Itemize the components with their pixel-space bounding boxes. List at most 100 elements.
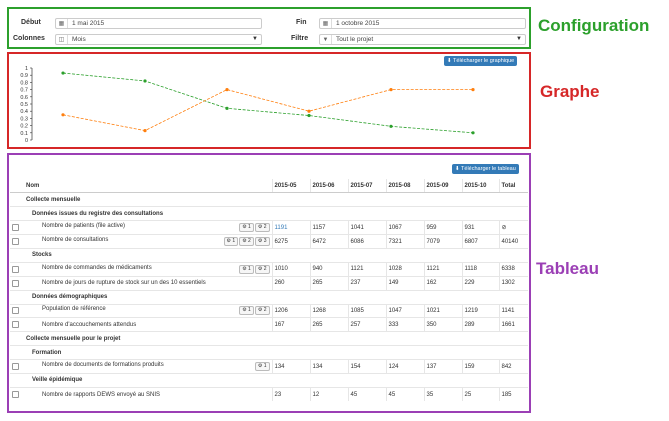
columns-icon: ◫ [56, 35, 68, 44]
value-cell: 1268 [309, 303, 348, 318]
value-cell: 237 [347, 275, 386, 291]
table-group-row: Formation [10, 345, 528, 360]
row-label-cell: Nombre de documents de formations produi… [24, 359, 272, 374]
y-tick-label: 1 [25, 66, 28, 72]
series-point[interactable] [143, 79, 147, 83]
caret-down-icon: ▼ [252, 36, 258, 42]
total-cell: 40140 [498, 234, 528, 249]
row-checkbox[interactable] [12, 224, 19, 232]
row-checkbox[interactable] [12, 265, 19, 273]
caret-down-icon: ▼ [516, 36, 522, 42]
row-badges: ⚙ 1 ⚙ 2 [238, 306, 270, 316]
linked-item-badge[interactable]: ⚙ 1 [254, 362, 270, 372]
total-cell: 6338 [498, 261, 528, 277]
linked-item-badge[interactable]: ⚙ 3 [254, 237, 270, 246]
table-row: Nombre de rapports DEWS envoyé au SNIS 23… [10, 386, 528, 402]
calendar-icon: ▦ [56, 19, 68, 28]
table-row: Nombre de jours de rupture de stock sur … [10, 275, 528, 291]
row-label: Population de référence [42, 306, 106, 313]
configuration-annotation: Configuration [538, 16, 650, 35]
column-header: Total [498, 179, 528, 194]
linked-item-badge[interactable]: ⚙ 1 [239, 306, 254, 316]
total-cell: 842 [498, 359, 528, 374]
value-cell: 134 [309, 359, 348, 374]
row-label: Nombre de rapports DEWS envoyé au SNIS [42, 391, 161, 398]
total-cell: 1661 [498, 317, 528, 332]
colonnes-select[interactable]: ◫ Mois ▼ [55, 34, 262, 45]
y-tick-label: 0.7 [20, 88, 28, 94]
linked-item-badge[interactable]: ⚙ 2 [254, 264, 270, 274]
series-point[interactable] [389, 124, 393, 128]
value-cell: 7079 [423, 234, 462, 249]
series-point[interactable] [61, 71, 65, 75]
y-tick-label: 0.8 [20, 80, 28, 86]
row-label-cell: Nombre de patients (file active) ⚙ 1 ⚙ 2 [24, 220, 272, 235]
calendar-icon: ▦ [320, 19, 332, 28]
checkbox-header [10, 179, 24, 194]
row-checkbox[interactable] [12, 279, 19, 287]
row-label: Nombre d'accouchements attendus [42, 321, 137, 328]
value-cell: 1085 [347, 303, 386, 318]
value-cell: 260 [271, 275, 310, 291]
row-checkbox[interactable] [12, 391, 19, 399]
value-cell: 1067 [385, 220, 424, 235]
linked-item-badge[interactable]: ⚙ 1 [239, 264, 254, 274]
value-cell: 229 [461, 275, 499, 291]
colonnes-value: Mois [72, 36, 86, 43]
linked-item-badge[interactable]: ⚙ 2 [254, 223, 270, 233]
debut-date-input[interactable]: ▦ 1 mai 2015 [55, 18, 262, 29]
series-point[interactable] [389, 88, 393, 92]
series-point[interactable] [471, 131, 475, 135]
value-cell: 45 [385, 386, 424, 402]
linked-item-badge[interactable]: ⚙ 2 [254, 306, 270, 316]
filtre-select[interactable]: ▼ Tout le projet ▼ [319, 34, 526, 45]
series-point[interactable] [61, 113, 65, 117]
row-label-cell: Nombre de jours de rupture de stock sur … [24, 275, 272, 291]
row-checkbox[interactable] [12, 237, 19, 245]
row-checkbox[interactable] [12, 321, 19, 329]
linked-item-badge[interactable]: ⚙ 1 [239, 223, 254, 233]
y-tick-label: 0.3 [20, 116, 28, 122]
value-cell: 6275 [271, 234, 310, 249]
series-point[interactable] [225, 88, 229, 92]
value-cell: 7321 [385, 234, 424, 249]
series-point[interactable] [143, 129, 147, 133]
group-label: Veille épidémique [24, 372, 528, 388]
linked-item-badge[interactable]: ⚙ 1 [223, 237, 239, 246]
value-cell: 6086 [347, 234, 386, 249]
linked-item-badge[interactable]: ⚙ 2 [239, 237, 254, 246]
table-row: Nombre d'accouchements attendus 167 265 257… [10, 317, 528, 332]
series-line [62, 89, 473, 132]
series-point[interactable] [307, 109, 311, 113]
line-chart: 10.90.8 0.70.60.50.40.3 0.20.10 [20, 66, 475, 144]
value-cell: 137 [423, 359, 462, 374]
table-row: Population de référence ⚙ 1 ⚙ 2 1206 1268 108… [10, 303, 528, 318]
value-cell: 23 [271, 386, 310, 402]
table-row: Nombre de consultations ⚙ 1 ⚙ 2 ⚙ 3 6275 6472… [10, 234, 528, 249]
table-row: Nombre de documents de formations produi… [10, 359, 528, 374]
y-tick-label: 0.6 [20, 95, 28, 101]
group-label: Formation [24, 345, 528, 360]
y-tick-label: 0.1 [20, 131, 28, 137]
row-checkbox[interactable] [12, 362, 19, 370]
value-cell: 1191 [271, 220, 310, 235]
series-point[interactable] [471, 88, 475, 92]
table-header-row: Nom 2015-05 2015-06 2015-07 2015-08 2015-09 20… [10, 179, 528, 194]
value-cell: 134 [271, 359, 310, 374]
row-badges: ⚙ 1 ⚙ 2 [238, 264, 270, 274]
group-label: Données démographiques [24, 289, 528, 305]
series-point[interactable] [307, 113, 311, 118]
table-group-row: Données démographiques [10, 289, 528, 305]
row-checkbox[interactable] [12, 307, 19, 315]
filter-icon: ▼ [320, 35, 332, 44]
row-badges: ⚙ 1 ⚙ 2 ⚙ 3 [223, 237, 270, 246]
download-table-button[interactable]: ⬇ Télécharger le tableau [452, 164, 519, 174]
filtre-value: Tout le projet [336, 36, 374, 43]
value-cell: 931 [461, 220, 499, 235]
fin-date-value: 1 octobre 2015 [336, 20, 380, 27]
series-point[interactable] [225, 106, 229, 110]
value-cell: 1206 [271, 303, 310, 318]
group-label: Stocks [24, 247, 528, 263]
value-cell: 1219 [461, 303, 499, 318]
fin-date-input[interactable]: ▦ 1 octobre 2015 [319, 18, 526, 29]
